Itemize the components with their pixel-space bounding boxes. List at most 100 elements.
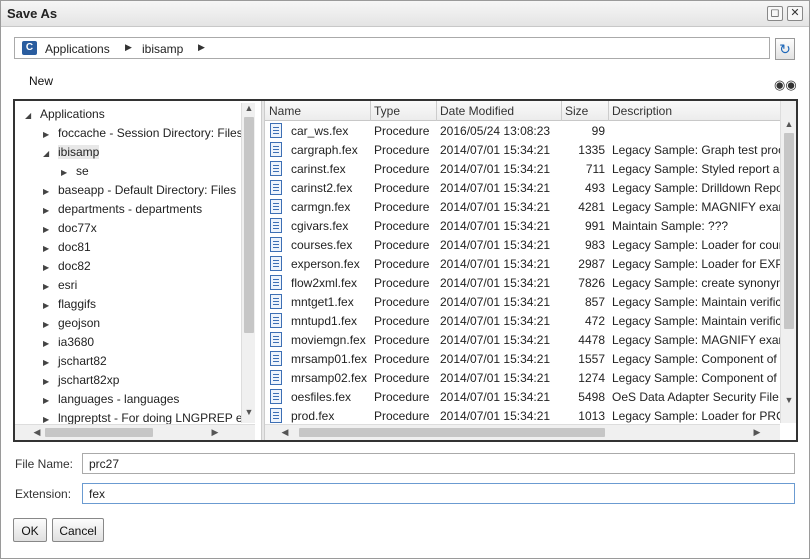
column-header-name[interactable]: Name <box>269 104 301 118</box>
tree-item[interactable]: ▶ doc77x <box>43 221 97 240</box>
cancel-button[interactable]: Cancel <box>52 518 104 542</box>
tree-item[interactable]: ▶ esri <box>43 278 77 297</box>
expand-arrow-icon[interactable]: ▶ <box>43 225 53 234</box>
expand-arrow-icon[interactable]: ▶ <box>43 130 53 139</box>
column-separator[interactable] <box>370 101 371 121</box>
scroll-right-icon[interactable]: ▶ <box>209 427 221 438</box>
file-size-cell: 1335 <box>578 143 605 157</box>
scroll-down-icon[interactable]: ▼ <box>783 395 795 405</box>
document-icon <box>270 389 282 404</box>
tree-item[interactable]: ▶ flaggifs <box>43 297 96 316</box>
tree-item[interactable]: ◢ Applications <box>25 107 105 126</box>
document-icon <box>270 218 282 233</box>
scroll-right-icon[interactable]: ▶ <box>751 427 763 438</box>
file-size-cell: 991 <box>584 219 605 233</box>
tree-horizontal-scrollbar[interactable]: ◀ ▶ <box>15 424 255 440</box>
expand-arrow-icon[interactable]: ▶ <box>43 244 53 253</box>
title-bar[interactable]: Save As ◻ ✕ <box>1 1 809 27</box>
tree-vertical-scrollbar[interactable]: ▲ ▼ <box>241 103 255 423</box>
scroll-thumb[interactable] <box>784 133 794 329</box>
binoculars-icon[interactable]: ◉◉ <box>774 78 797 92</box>
scroll-down-icon[interactable]: ▼ <box>243 407 255 417</box>
tree-item[interactable]: ▶ doc82 <box>43 259 91 278</box>
table-row[interactable]: moviemgn.fex Procedure 2014/07/01 15:34:21… <box>265 330 780 349</box>
refresh-icon[interactable]: ↻ <box>775 38 795 60</box>
table-row[interactable]: carinst.fex Procedure 2014/07/01 15:34:21 7… <box>265 159 780 178</box>
tree-item[interactable]: ▶ jschart82 <box>43 354 107 373</box>
table-row[interactable]: cgivars.fex Procedure 2014/07/01 15:34:21 9… <box>265 216 780 235</box>
scroll-thumb[interactable] <box>45 428 153 437</box>
breadcrumb-item-ibisamp[interactable]: ibisamp <box>142 42 183 56</box>
table-row[interactable]: experson.fex Procedure 2014/07/01 15:34:21… <box>265 254 780 273</box>
expand-arrow-icon[interactable]: ▶ <box>43 263 53 272</box>
column-header-description[interactable]: Description <box>612 104 672 118</box>
file-name-cell: moviemgn.fex <box>291 333 366 347</box>
column-separator[interactable] <box>561 101 562 121</box>
list-vertical-scrollbar[interactable]: ▲ ▼ <box>780 101 796 423</box>
column-header-date-modified[interactable]: Date Modified <box>440 104 514 118</box>
tree-item[interactable]: ▶ baseapp - Default Directory: Files <box>43 183 236 202</box>
breadcrumb-item-applications[interactable]: Applications <box>45 42 110 56</box>
tree-item[interactable]: ▶ se <box>61 164 89 183</box>
document-icon <box>270 161 282 176</box>
ok-button[interactable]: OK <box>13 518 47 542</box>
table-row[interactable]: mntget1.fex Procedure 2014/07/01 15:34:21 8… <box>265 292 780 311</box>
column-separator[interactable] <box>608 101 609 121</box>
table-row[interactable]: mntupd1.fex Procedure 2014/07/01 15:34:21 4… <box>265 311 780 330</box>
column-header-type[interactable]: Type <box>374 104 400 118</box>
tree-item[interactable]: ▶ doc81 <box>43 240 91 259</box>
table-row[interactable]: cargraph.fex Procedure 2014/07/01 15:34:21… <box>265 140 780 159</box>
table-row[interactable]: courses.fex Procedure 2014/07/01 15:34:21 9… <box>265 235 780 254</box>
table-row[interactable]: prod.fex Procedure 2014/07/01 15:34:21 1013… <box>265 406 780 425</box>
expand-arrow-icon[interactable]: ▶ <box>43 358 53 367</box>
expand-arrow-icon[interactable]: ▶ <box>43 339 53 348</box>
table-row[interactable]: mrsamp01.fex Procedure 2014/07/01 15:34:21… <box>265 349 780 368</box>
table-row[interactable]: oesfiles.fex Procedure 2014/07/01 15:34:21… <box>265 387 780 406</box>
table-row[interactable]: mrsamp02.fex Procedure 2014/07/01 15:34:21… <box>265 368 780 387</box>
column-separator[interactable] <box>436 101 437 121</box>
file-size-cell: 857 <box>584 295 605 309</box>
file-name-cell: experson.fex <box>291 257 360 271</box>
expand-arrow-icon[interactable]: ▶ <box>43 377 53 386</box>
collapse-arrow-icon[interactable]: ◢ <box>43 149 53 158</box>
table-row[interactable]: flow2xml.fex Procedure 2014/07/01 15:34:21… <box>265 273 780 292</box>
scroll-up-icon[interactable]: ▲ <box>783 119 795 129</box>
tree-item[interactable]: ▶ departments - departments <box>43 202 202 221</box>
column-header-size[interactable]: Size <box>565 104 588 118</box>
tree-item[interactable]: ▶ foccache - Session Directory: Files <box>43 126 243 145</box>
expand-arrow-icon[interactable]: ▶ <box>43 301 53 310</box>
extension-field[interactable] <box>82 483 795 504</box>
collapse-arrow-icon[interactable]: ◢ <box>25 111 35 120</box>
tree-item[interactable]: ▶ ia3680 <box>43 335 94 354</box>
expand-arrow-icon[interactable]: ▶ <box>61 168 71 177</box>
breadcrumb-separator-icon[interactable]: ▶ <box>125 42 132 53</box>
restore-icon[interactable]: ◻ <box>767 6 783 21</box>
scroll-left-icon[interactable]: ◀ <box>279 427 291 438</box>
expand-arrow-icon[interactable]: ▶ <box>43 187 53 196</box>
scroll-left-icon[interactable]: ◀ <box>31 427 43 438</box>
expand-arrow-icon[interactable]: ▶ <box>43 206 53 215</box>
tree-item[interactable]: ▶ jschart82xp <box>43 373 119 392</box>
file-name-cell: mntget1.fex <box>291 295 354 309</box>
file-name-field[interactable] <box>82 453 795 474</box>
tree-item[interactable]: ▶ languages - languages <box>43 392 179 411</box>
tree-item[interactable]: ▶ geojson <box>43 316 100 335</box>
table-row[interactable]: carmgn.fex Procedure 2014/07/01 15:34:21 42… <box>265 197 780 216</box>
tree-item[interactable]: ◢ ibisamp <box>43 145 100 164</box>
scroll-up-icon[interactable]: ▲ <box>243 103 255 113</box>
expand-arrow-icon[interactable]: ▶ <box>43 396 53 405</box>
table-row[interactable]: carinst2.fex Procedure 2014/07/01 15:34:21… <box>265 178 780 197</box>
file-type-cell: Procedure <box>374 219 430 233</box>
file-type-cell: Procedure <box>374 314 430 328</box>
table-row[interactable]: car_ws.fex Procedure 2016/05/24 13:08:23 99 <box>265 121 780 140</box>
file-size-cell: 983 <box>584 238 605 252</box>
close-icon[interactable]: ✕ <box>787 6 803 21</box>
expand-arrow-icon[interactable]: ▶ <box>43 415 53 424</box>
breadcrumb-separator-icon[interactable]: ▶ <box>198 42 205 53</box>
new-button[interactable]: New <box>29 74 53 88</box>
expand-arrow-icon[interactable]: ▶ <box>43 282 53 291</box>
scroll-thumb[interactable] <box>244 117 254 333</box>
expand-arrow-icon[interactable]: ▶ <box>43 320 53 329</box>
list-horizontal-scrollbar[interactable]: ◀ ▶ <box>265 424 780 440</box>
scroll-thumb[interactable] <box>299 428 605 437</box>
